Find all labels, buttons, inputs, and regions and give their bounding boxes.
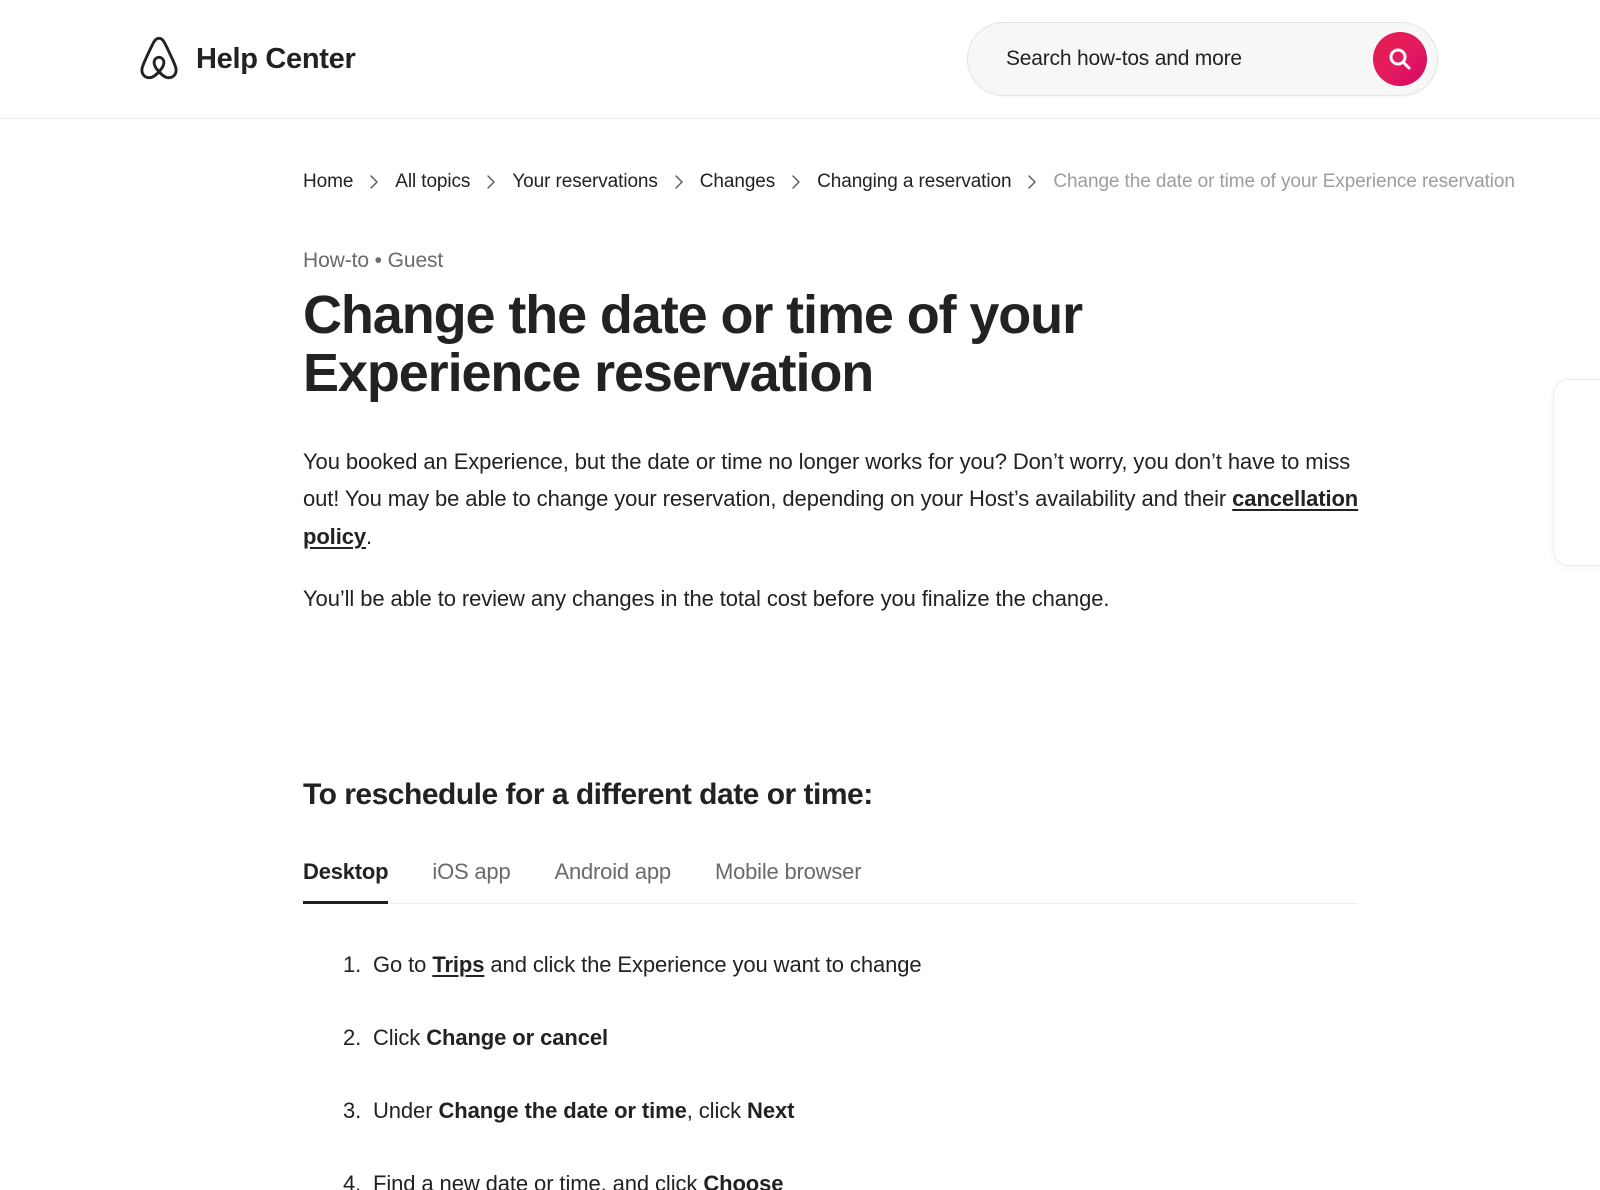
step-item: Under Change the date or time, click Nex… <box>343 1094 1600 1127</box>
breadcrumb-item-changes[interactable]: Changes <box>700 171 775 193</box>
brand-home-link[interactable]: Help Center <box>136 34 356 84</box>
section-heading: To reschedule for a different date or ti… <box>303 777 873 811</box>
edge-panel-card <box>1553 379 1600 566</box>
breadcrumb-item-home[interactable]: Home <box>303 171 353 193</box>
step-text: , click <box>686 1097 748 1123</box>
article-paragraph-2: You’ll be able to review any changes in … <box>303 586 1110 612</box>
trips-link[interactable]: Trips <box>432 952 484 977</box>
step-emphasis: Next <box>747 1097 795 1123</box>
step-text: Go to <box>373 951 433 977</box>
chevron-right-icon <box>791 174 801 190</box>
step-emphasis: Choose <box>703 1170 784 1190</box>
tab-android-app[interactable]: Android app <box>555 859 672 904</box>
step-emphasis: Change or cancel <box>426 1024 608 1050</box>
step-item: Find a new date or time, and click Choos… <box>343 1167 1600 1190</box>
search-area <box>967 22 1438 96</box>
airbnb-belo-logo-icon <box>136 34 182 84</box>
article-paragraph-1: You booked an Experience, but the date o… <box>303 443 1363 556</box>
step-text: and click the Experience you want to cha… <box>484 951 922 977</box>
platform-tabs: Desktop iOS app Android app Mobile browser <box>303 858 1358 904</box>
chevron-right-icon <box>486 174 496 190</box>
step-item: Go to Trips and click the Experience you… <box>343 948 1600 981</box>
step-text: Click <box>373 1024 427 1050</box>
breadcrumb: Home All topics Your reservations Changes Ch… <box>303 167 1600 197</box>
chevron-right-icon <box>674 174 684 190</box>
paragraph-1-after-link: . <box>365 524 372 550</box>
page-title: Change the date or time of your Experien… <box>303 285 1083 403</box>
search-icon <box>1388 47 1412 71</box>
breadcrumb-item-change-the-date-or-time-of-your-experience-reservation: Change the date or time of your Experien… <box>1053 171 1515 192</box>
site-header: Help Center <box>0 0 1600 119</box>
tab-mobile-browser[interactable]: Mobile browser <box>715 859 862 904</box>
chevron-right-icon <box>1027 174 1037 190</box>
tab-desktop[interactable]: Desktop <box>303 859 389 904</box>
chevron-right-icon <box>369 174 379 190</box>
main-content: Home All topics Your reservations Changes Ch… <box>0 119 1600 1190</box>
breadcrumb-item-all-topics[interactable]: All topics <box>395 171 470 193</box>
brand-title: Help Center <box>196 42 356 75</box>
step-text: Under <box>373 1097 439 1123</box>
tab-ios-app[interactable]: iOS app <box>432 859 510 904</box>
step-text: Find a new date or time, and click <box>373 1170 704 1190</box>
search-input[interactable] <box>1006 47 1373 71</box>
breadcrumb-item-changing-a-reservation[interactable]: Changing a reservation <box>817 171 1011 193</box>
search-submit-button[interactable] <box>1373 32 1427 86</box>
paragraph-1-before-link: You booked an Experience, but the date o… <box>303 448 1351 512</box>
article-eyebrow: How-to • Guest <box>303 249 444 272</box>
step-item: Click Change or cancel <box>343 1021 1600 1054</box>
breadcrumb-item-your-reservations[interactable]: Your reservations <box>512 171 658 193</box>
search-form[interactable] <box>967 22 1438 96</box>
step-emphasis: Change the date or time <box>438 1097 687 1123</box>
steps-list: Go to Trips and click the Experience you… <box>303 948 1600 1190</box>
